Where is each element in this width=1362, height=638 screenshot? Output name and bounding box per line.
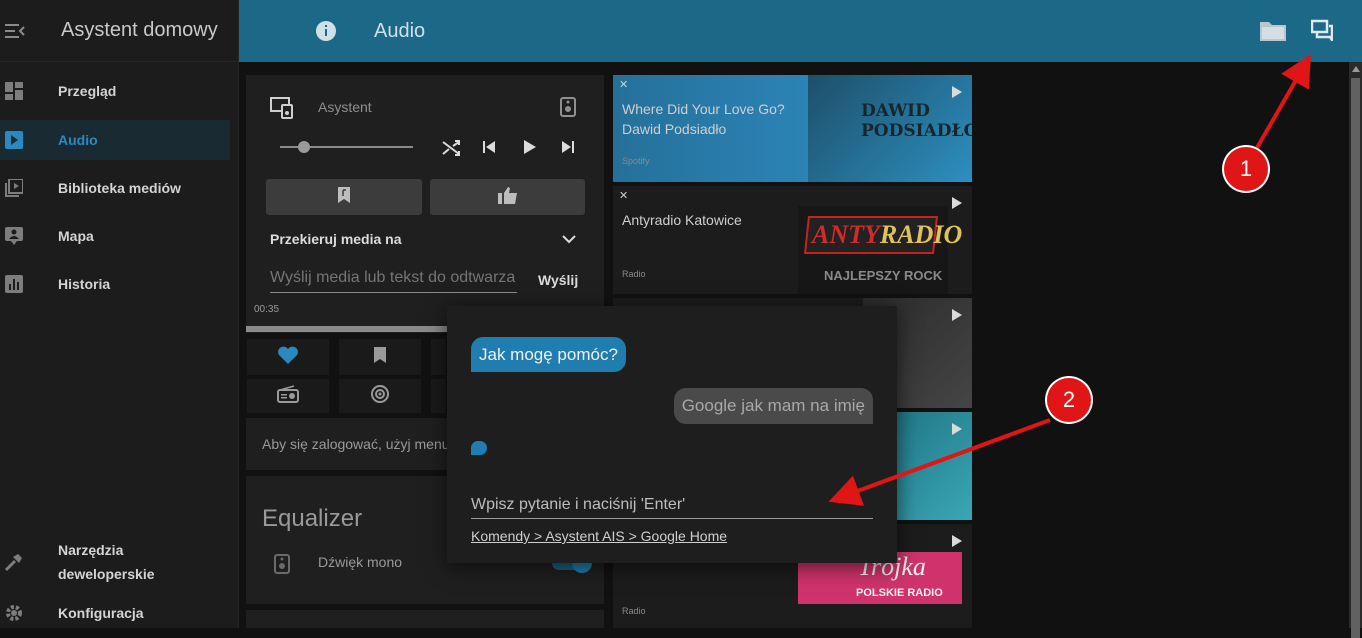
annotation-arrow-2 [828, 418, 1051, 506]
annotation-badge-1: 1 [1224, 147, 1268, 191]
annotation-arrows [828, 54, 1311, 506]
annotation-badge-2: 2 [1047, 378, 1091, 422]
annotation-arrow-1 [1252, 54, 1311, 154]
